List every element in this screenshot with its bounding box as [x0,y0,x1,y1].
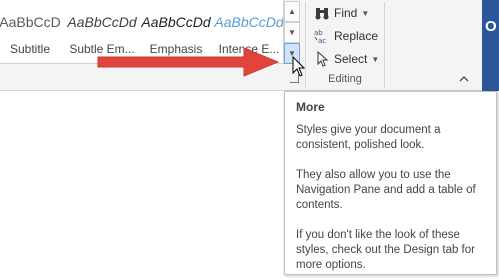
select-button[interactable]: Select ▼ [314,49,379,69]
select-label: Select [334,52,368,66]
tooltip: More Styles give your document a consist… [284,91,497,275]
style-subtitle[interactable]: AaBbCcD Subtitle [0,0,66,63]
gallery-scrollbar: ▲ ▼ ▼ [284,0,300,64]
style-preview: AaBbCcDd [67,14,137,30]
tooltip-paragraph: Styles give your document a consistent, … [296,124,441,151]
tooltip-paragraph: They also allow you to use the Navigatio… [296,169,476,211]
replace-label: Replace [334,29,379,43]
collapse-ribbon-icon[interactable] [459,74,469,85]
chevron-down-icon: ▼ [371,54,380,64]
svg-text:ac: ac [318,37,326,44]
chevron-up-icon: ▲ [288,7,296,16]
find-label: Find [334,6,358,20]
replace-icon: ab ac [314,28,330,45]
editing-group-label: Editing [328,73,362,85]
style-preview: AaBbCcD [0,14,61,30]
chevron-down-icon: ▼ [288,28,296,37]
annotation-arrow [97,47,280,77]
chevron-down-icon: ▼ [361,8,370,18]
select-cursor-icon [314,50,330,67]
style-name: Subtitle [9,42,51,56]
tooltip-paragraph: If you don't like the look of these styl… [296,229,475,271]
gallery-scroll-down-button[interactable]: ▼ [284,22,300,43]
mouse-cursor-icon [292,56,306,77]
tooltip-title: More [296,100,325,114]
style-preview: AaBbCcDd [214,14,284,30]
svg-text:ab: ab [314,29,323,37]
ribbon-title-strip: O [482,0,499,91]
group-divider [384,2,385,88]
editing-group: Find ▼ ab ac Replace Select ▼ Editing [306,0,384,91]
tab-fragment: O [485,18,497,35]
style-preview: AaBbCcDd [141,14,211,30]
binoculars-icon [314,5,330,21]
gallery-scroll-up-button[interactable]: ▲ [284,1,300,22]
replace-button[interactable]: ab ac Replace [314,26,378,46]
find-button[interactable]: Find ▼ [314,3,369,23]
